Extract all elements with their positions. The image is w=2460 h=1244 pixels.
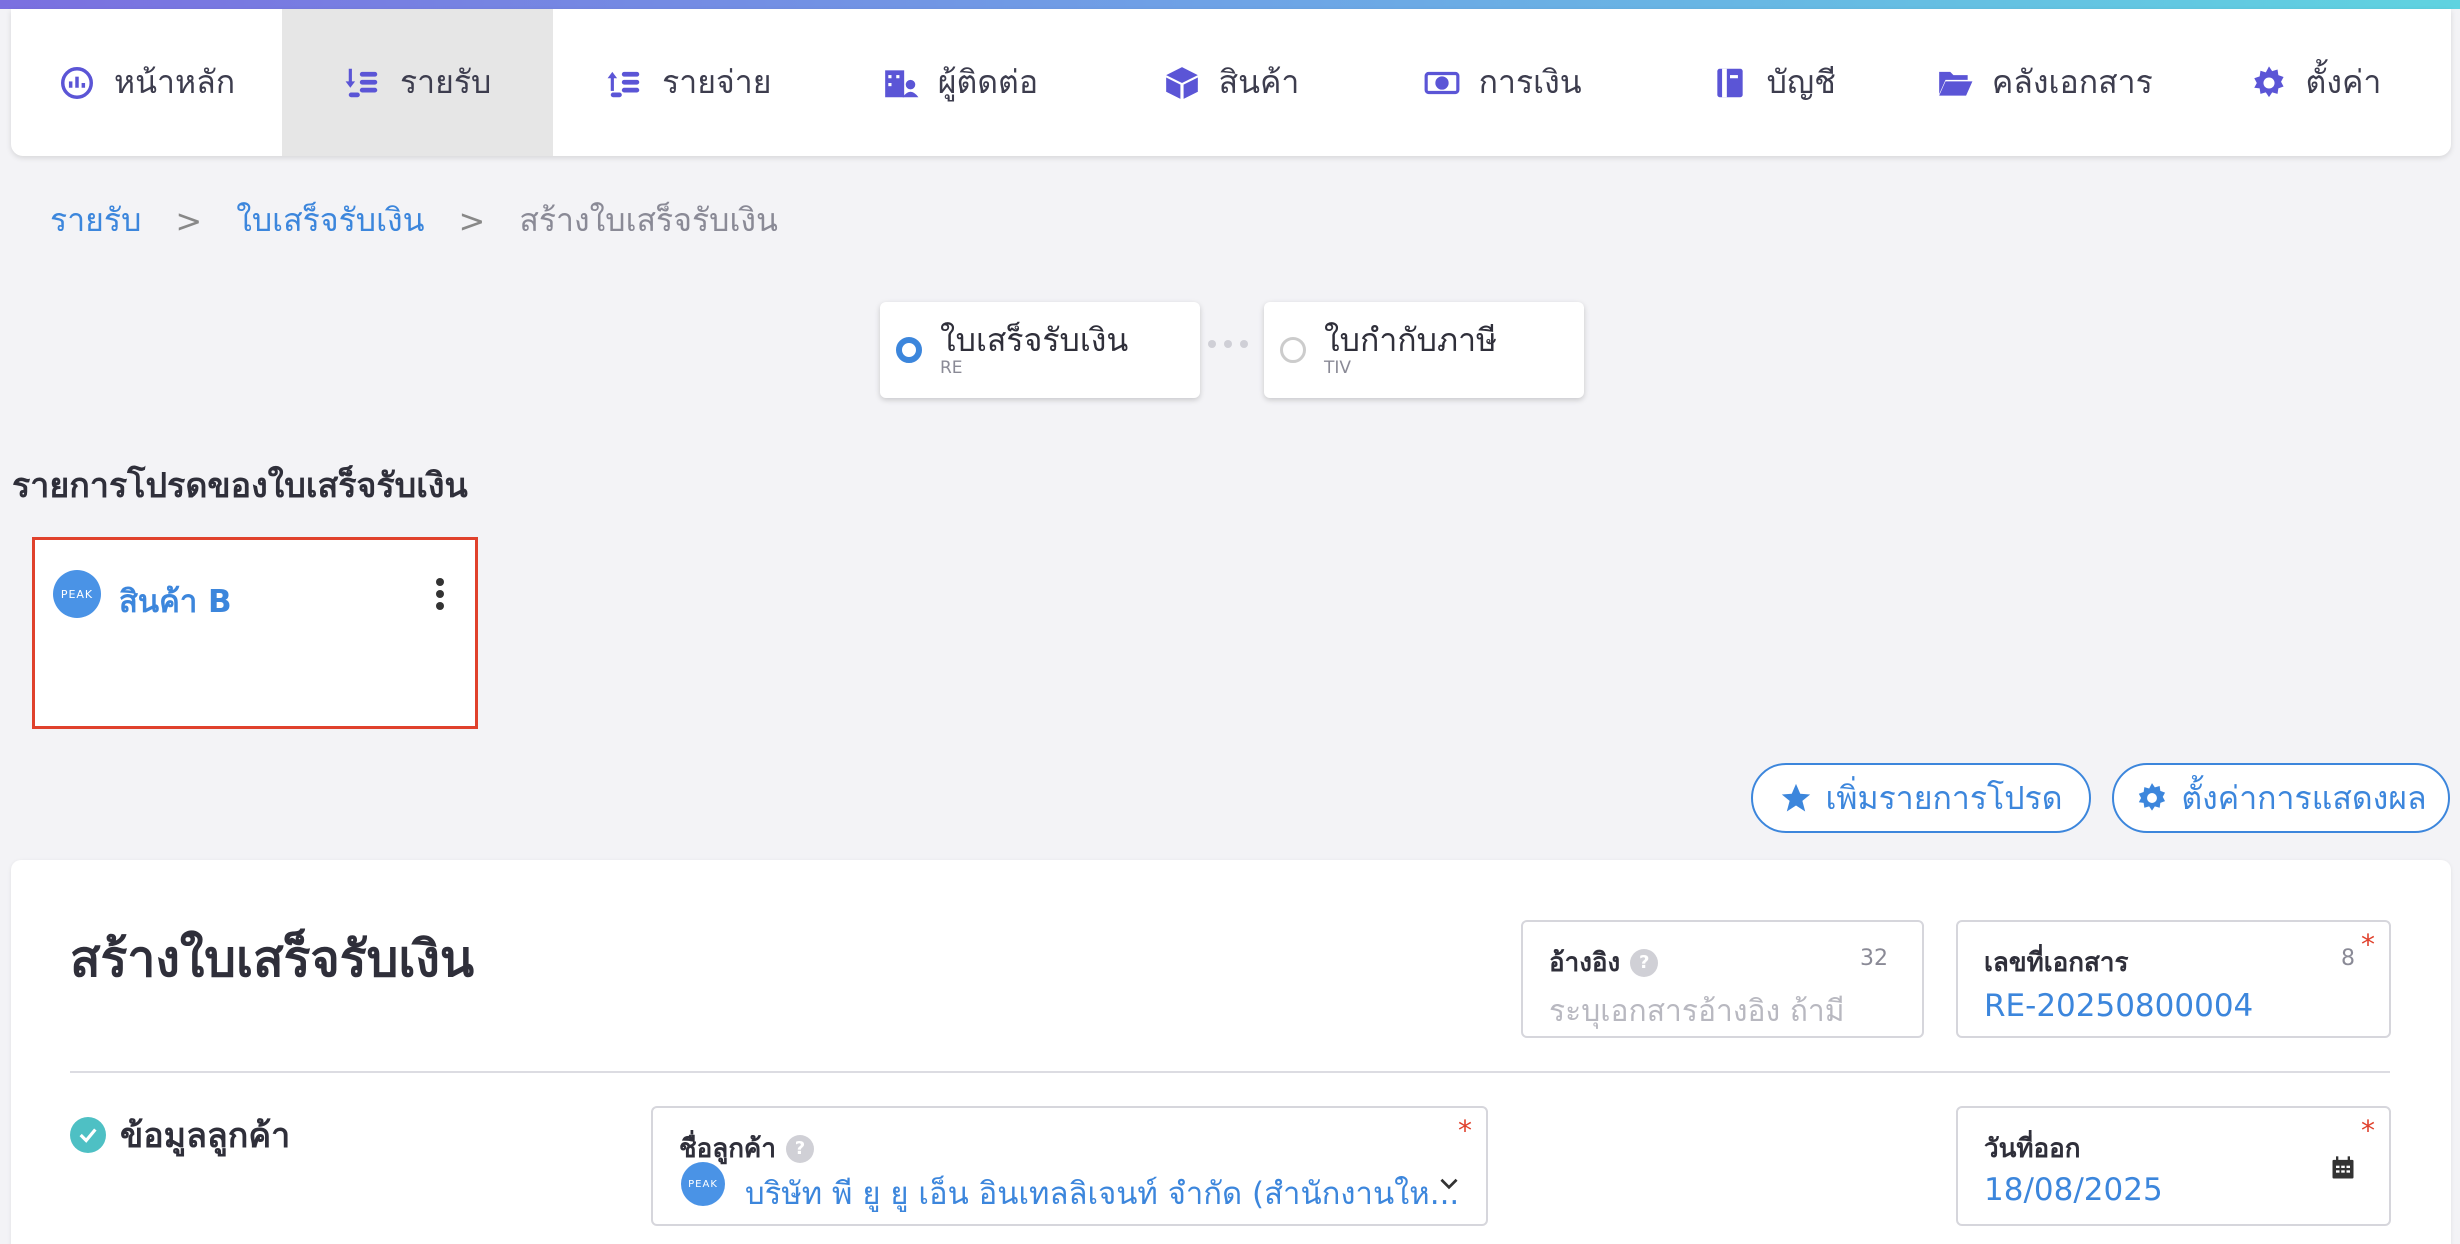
radio-unselected-icon — [1280, 337, 1306, 363]
nav-label: บัญชี — [1766, 63, 1836, 101]
workflow-step-code: TIV — [1324, 358, 1352, 378]
top-gradient-bar — [0, 0, 2460, 9]
doc-number-field[interactable]: เลขที่เอกสาร 8 * RE-20250800004 — [1956, 920, 2391, 1038]
nav-label: สินค้า — [1218, 63, 1300, 101]
box-icon — [1163, 64, 1201, 102]
help-icon[interactable]: ? — [1630, 948, 1659, 977]
star-icon — [1782, 783, 1811, 812]
book-icon — [1711, 64, 1749, 102]
workflow-connector — [1208, 340, 1248, 348]
required-marker: * — [2361, 928, 2375, 961]
folder-icon — [1936, 64, 1974, 102]
favorite-item-card[interactable]: PEAK สินค้า B — [32, 537, 478, 729]
favorites-title: รายการโปรดของใบเสร็จรับเงิน — [12, 466, 468, 506]
nav-item-settings[interactable]: ตั้งค่า — [2180, 9, 2451, 156]
workflow-step-code: RE — [940, 358, 963, 378]
issue-date-label: วันที่ออก — [1984, 1134, 2081, 1164]
money-icon — [1423, 64, 1461, 102]
nav-label: รายจ่าย — [662, 63, 772, 101]
expense-icon — [606, 64, 644, 102]
peak-logo: PEAK — [681, 1162, 725, 1206]
char-count: 32 — [1860, 946, 1888, 971]
customer-name-select[interactable]: ชื่อลูกค้า? * PEAK บริษัท พี ยู ยู เอ็น … — [651, 1106, 1488, 1226]
add-favorite-label: เพิ่มรายการโปรด — [1825, 778, 2063, 817]
customer-name-value: บริษัท พี ยู ยู เอ็น อินเทลลิเจนท์ จำกัด… — [745, 1176, 1460, 1212]
display-settings-button[interactable]: ตั้งค่าการแสดงผล — [2112, 763, 2450, 833]
nav-item-contacts[interactable]: ผู้ติดต่อ — [824, 9, 1095, 156]
check-circle-icon — [70, 1117, 106, 1153]
calendar-icon[interactable] — [2329, 1154, 2357, 1182]
nav-label: รายรับ — [399, 63, 492, 101]
nav-label: คลังเอกสาร — [1991, 63, 2153, 101]
help-icon[interactable]: ? — [785, 1134, 814, 1163]
customer-section-header: ข้อมูลลูกค้า — [70, 1108, 290, 1162]
issue-date-field[interactable]: วันที่ออก * 18/08/2025 — [1956, 1106, 2391, 1226]
reference-label: อ้างอิง — [1549, 948, 1621, 978]
reference-field[interactable]: อ้างอิง? 32 ระบุเอกสารอ้างอิง ถ้ามี — [1521, 920, 1924, 1038]
doc-number-value: RE-20250800004 — [1984, 988, 2254, 1024]
customer-section-label: ข้อมูลลูกค้า — [120, 1116, 291, 1156]
income-icon — [344, 64, 382, 102]
form-title: สร้างใบเสร็จรับเงิน — [70, 930, 475, 988]
nav-item-expense[interactable]: รายจ่าย — [553, 9, 824, 156]
breadcrumb-separator: > — [175, 201, 203, 240]
nav-label: ตั้งค่า — [2305, 63, 2382, 101]
nav-item-products[interactable]: สินค้า — [1095, 9, 1366, 156]
nav-item-documents[interactable]: คลังเอกสาร — [1909, 9, 2180, 156]
workflow-step-title: ใบเสร็จรับเงิน — [940, 321, 1129, 359]
peak-logo: PEAK — [53, 570, 101, 618]
workflow-step-title: ใบกำกับภาษี — [1324, 321, 1498, 359]
breadcrumb-separator: > — [458, 201, 486, 240]
display-settings-label: ตั้งค่าการแสดงผล — [2181, 778, 2427, 817]
breadcrumb-receipts[interactable]: ใบเสร็จรับเงิน — [236, 195, 424, 246]
section-divider — [70, 1071, 2390, 1073]
main-nav: หน้าหลัก รายรับ รายจ่าย ผู้ติดต่อ สินค้า… — [11, 9, 2451, 156]
favorite-item-name[interactable]: สินค้า B — [119, 576, 232, 626]
nav-label: หน้าหลัก — [114, 63, 236, 101]
more-options-icon[interactable] — [430, 574, 450, 614]
breadcrumb: รายรับ > ใบเสร็จรับเงิน > สร้างใบเสร็จรั… — [50, 195, 778, 246]
nav-label: ผู้ติดต่อ — [937, 63, 1039, 101]
nav-label: การเงิน — [1478, 63, 1582, 101]
chevron-down-icon[interactable] — [1436, 1170, 1462, 1196]
gear-icon — [2139, 783, 2166, 811]
nav-item-finance[interactable]: การเงิน — [1367, 9, 1638, 156]
radio-selected-icon — [896, 337, 922, 363]
char-count: 8 — [2341, 946, 2355, 971]
issue-date-value: 18/08/2025 — [1984, 1172, 2163, 1208]
workflow-step-receipt[interactable]: ใบเสร็จรับเงิน RE — [880, 302, 1200, 398]
doc-number-label: เลขที่เอกสาร — [1984, 948, 2129, 978]
required-marker: * — [1458, 1114, 1472, 1147]
breadcrumb-current: สร้างใบเสร็จรับเงิน — [519, 201, 778, 239]
nav-item-accounting[interactable]: บัญชี — [1638, 9, 1909, 156]
breadcrumb-income[interactable]: รายรับ — [50, 195, 141, 246]
gear-icon — [2250, 64, 2288, 102]
required-marker: * — [2361, 1114, 2375, 1147]
nav-item-income[interactable]: รายรับ — [282, 9, 554, 156]
contacts-icon — [882, 64, 920, 102]
add-favorite-button[interactable]: เพิ่มรายการโปรด — [1751, 763, 2091, 833]
reference-placeholder: ระบุเอกสารอ้างอิง ถ้ามี — [1549, 994, 1845, 1029]
workflow-step-tax-invoice[interactable]: ใบกำกับภาษี TIV — [1264, 302, 1584, 398]
nav-item-home[interactable]: หน้าหลัก — [11, 9, 282, 156]
dashboard-icon — [58, 64, 96, 102]
